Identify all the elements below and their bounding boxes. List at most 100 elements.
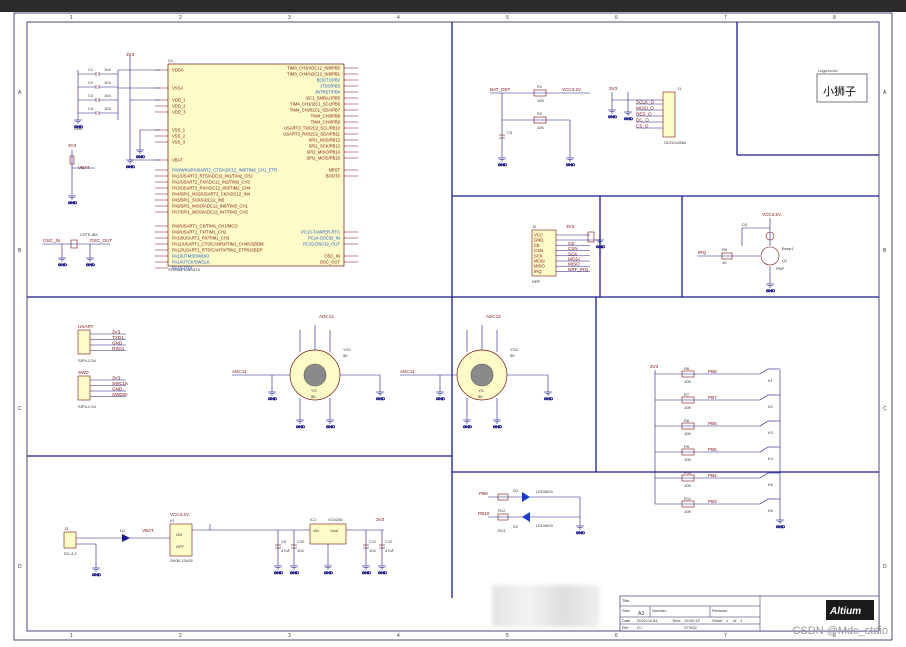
mcu-pin-label: SPI2_MISO/PB14: [306, 150, 340, 155]
gnd-label: GND: [493, 424, 502, 429]
mcu-pin-label: PA13/JTMS/SWDIO: [172, 254, 210, 259]
mcu-pin-label: VDDA: [172, 68, 184, 73]
tb-file2: STM32: [684, 625, 698, 630]
gnd-label: GND: [376, 396, 385, 401]
mcu-ref: U1: [168, 58, 174, 63]
logo-box-text: 小狮子: [823, 85, 856, 98]
grid-col-top: 7: [724, 15, 727, 21]
buzzer-part: PNP: [776, 266, 785, 271]
altium-logo: Altium: [829, 606, 861, 617]
mcu-pin-label: VDD_2: [172, 104, 186, 109]
grid-col-top: 3: [288, 15, 291, 21]
mcu-pin-label: VSSA: [172, 86, 183, 91]
osc-out-label: OSC_OUT: [90, 238, 112, 243]
mcu-pin-label: BOOT1/PB2: [317, 78, 341, 83]
grid-col-bottom: 6: [615, 633, 618, 639]
buzzer-q-ref: Q1: [782, 258, 788, 263]
watermark: CSDN @Mdc_stdio: [792, 625, 888, 637]
power-k1: K1: [170, 518, 176, 523]
key-resistor-value: 10K: [684, 405, 691, 410]
mcu-pin-label: PC14-OSC32_IN: [308, 236, 340, 241]
mcu-pin-label: PA6/SPI1_MISO/ADC12_IN6/TIM3_CH1: [172, 204, 248, 209]
key-resistor-ref: R9: [684, 444, 690, 449]
gnd-label: GND: [290, 570, 299, 575]
tb-sheet-label: Sheet: [712, 618, 723, 623]
mcu-pin-label: PA15/JTDI: [172, 266, 192, 271]
cap-ref: C3: [88, 93, 94, 98]
mcu-pin-label: VSS_1: [172, 128, 186, 133]
mcu-pin-label: JTDO/PB3: [320, 84, 341, 89]
vbat-net-label: VBAT: [78, 165, 90, 170]
mcu-pin-label: OSC_IN: [324, 254, 340, 259]
joystick2-label: YG: [478, 388, 484, 393]
joystick1-val: 5K: [343, 353, 348, 358]
mcu-pin-label: PA0/WKUP/USART2_CTS/ADC12_IN0/TIM2_CH1_E…: [172, 168, 277, 173]
led-d1: D1: [513, 488, 519, 493]
grid-col-top: 8: [833, 15, 836, 21]
key-resistor-value: 10K: [684, 431, 691, 436]
key-resistor-ref: R6: [684, 366, 690, 371]
tb-size: A3: [638, 611, 644, 617]
gnd-label: GND: [268, 396, 277, 401]
header-pin-net: TXD1: [112, 335, 124, 340]
joystick1-label: YG: [311, 388, 317, 393]
power-cap-ref: C10: [297, 539, 305, 544]
mcu-pin-label: PA7/SPI1_MOSI/ADC12_IN7/TIM3_CH2: [172, 210, 248, 215]
mcu-pin-label: SPI2_MOSI/PB15: [306, 156, 340, 161]
key-net: PB6: [708, 421, 717, 426]
mcu-pin-label: PC15-OSC32_OUT: [303, 242, 340, 247]
mcu-pin-label: SPI2_SCK/PB13: [309, 144, 341, 149]
mcu-pin-label: PA1/USART2_RTS/ADC12_IN1/TIM2_CH2: [172, 174, 253, 179]
grid-col-bottom: 2: [179, 633, 182, 639]
nrf-pin-label: IRQ: [534, 269, 542, 274]
header-pin-net: RXD1: [112, 346, 125, 351]
key-net: PB4: [708, 473, 717, 478]
gnd-label: GND: [296, 424, 305, 429]
gnd-label: GND: [362, 570, 371, 575]
key-ref: K2: [768, 404, 774, 409]
gnd-label: GND: [624, 116, 633, 121]
grid-col-bottom: 5: [506, 633, 509, 639]
key-resistor-ref: R8: [684, 418, 690, 423]
mcu-pin-label: VSS_3: [172, 140, 186, 145]
led-pb9: PB9: [479, 491, 488, 496]
buzzer-rval: 1K: [722, 260, 727, 265]
gnd-label: GND: [436, 396, 445, 401]
joystick2-val: 5K: [510, 353, 515, 358]
cap-ref: C4: [88, 106, 94, 111]
gnd-label: GND: [74, 124, 83, 129]
key-ref: K1: [768, 378, 774, 383]
mcu-pin-label: OSC_OUT: [320, 260, 341, 265]
bat-det-label: BAT_DET: [490, 87, 511, 92]
battery-r1: R1: [537, 84, 543, 89]
mcu-pin-label: TIM4_CH3/PB8: [311, 114, 341, 119]
key-net: PB7: [708, 395, 717, 400]
tb-title-label: Title: [622, 598, 630, 603]
led-r13: R13: [498, 528, 506, 533]
gnd-label: GND: [126, 164, 135, 169]
header-pin-net: 3V3: [112, 330, 121, 335]
gnd-label: GND: [378, 570, 387, 575]
grid-row-right: C: [883, 406, 887, 412]
gnd-label: GND: [608, 114, 617, 119]
mcu-pin-label: TIM4_CH4/PB9: [311, 120, 341, 125]
mcu-pin-label: VDD_1: [172, 98, 186, 103]
grid-col-bottom: 1: [70, 633, 73, 639]
key-resistor-ref: R11: [684, 496, 692, 501]
gnd-label: GND: [86, 262, 95, 267]
battery-r2: R2: [537, 111, 543, 116]
mcu-pin-label: USART3_RX/I2C2_SDA/PB11: [283, 132, 340, 137]
grid-col-bottom: 7: [724, 633, 727, 639]
mcu-pin-label: PC13-TAMPER-RTC: [301, 230, 340, 235]
power-vin: Vin: [313, 528, 319, 533]
power-cap-value: 104: [297, 548, 304, 553]
mcu-pin-label: TIM3_CH4/ADC12_IN9/PB1: [287, 72, 341, 77]
adc12-label-1: ADC12: [319, 314, 334, 319]
power-vcc: VCC4.2V: [170, 512, 190, 517]
usart-title: USART: [78, 324, 94, 329]
swd-title: SWD: [78, 370, 89, 375]
oled-pin-net: SCLK_O: [636, 100, 655, 105]
adc12-label-2: ADC12: [486, 314, 501, 319]
mcu-pin-label: USART3_TX/I2C2_SCL/PB10: [284, 126, 341, 131]
irq-label: IRQ: [698, 250, 707, 255]
